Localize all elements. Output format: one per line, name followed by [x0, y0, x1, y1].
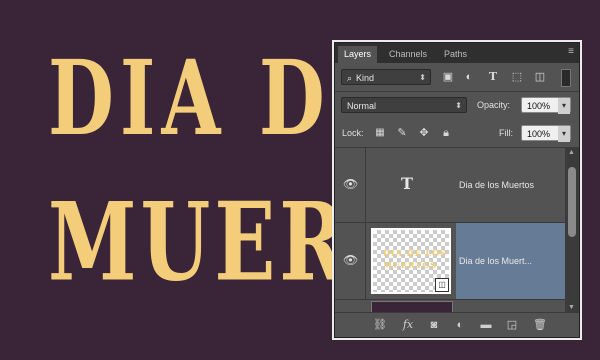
tab-paths[interactable]: Paths	[438, 46, 473, 63]
thumbnail-text-line-1: DIA DE LOS	[383, 248, 447, 258]
scroll-up-icon[interactable]: ▲	[568, 149, 575, 156]
chevron-down-icon[interactable]: ▾	[558, 126, 570, 142]
panel-footer: ⛓︎ fx ◙ ◐ ▬ ◲ 🗑︎	[335, 312, 579, 337]
filter-kind-value: Kind	[356, 73, 375, 83]
tab-channels[interactable]: Channels	[383, 46, 433, 63]
visibility-column: 👁︎	[335, 148, 366, 222]
panel-tabs: Layers Channels Paths ≡	[335, 43, 579, 63]
lock-all-icon[interactable]: 🔒︎	[439, 126, 453, 140]
smart-object-filter-icon[interactable]: ◫	[533, 70, 547, 84]
updown-icon: ⬍	[419, 73, 426, 82]
updown-icon: ⬍	[455, 101, 462, 110]
search-icon: ⌕	[347, 73, 353, 83]
lock-image-pixels-icon[interactable]: ✎	[395, 126, 409, 140]
blend-mode-select[interactable]: Normal ⬍	[341, 97, 467, 113]
image-filter-icon[interactable]: ▣	[441, 70, 455, 84]
text-layer-thumbnail-icon: T	[401, 174, 413, 193]
blend-row: Normal ⬍ Opacity: 100% ▾	[335, 95, 579, 117]
type-filter-icon[interactable]: T	[486, 70, 500, 84]
lock-label: Lock:	[342, 128, 364, 138]
group-folder-icon[interactable]: ▬	[479, 318, 493, 332]
scrollbar-thumb[interactable]	[568, 167, 576, 237]
filter-toggle-switch[interactable]	[561, 69, 571, 87]
layers-scrollbar[interactable]: ▲ ▼	[565, 147, 579, 313]
filter-row: ⌕ Kind ⬍ ▣ ◐ T ⬚ ◫	[335, 67, 579, 89]
eye-icon[interactable]: 👁︎	[343, 253, 358, 267]
eye-icon[interactable]: 👁︎	[343, 177, 358, 191]
opacity-field[interactable]: 100% ▾	[521, 97, 571, 114]
panel-menu-icon[interactable]: ≡	[568, 46, 574, 57]
fill-value: 100%	[527, 129, 551, 139]
link-layers-icon[interactable]: ⛓︎	[373, 318, 387, 332]
layers-panel: Layers Channels Paths ≡ ⌕ Kind ⬍ ▣ ◐ T ⬚ …	[334, 42, 580, 338]
canvas-text-line-2: MUER	[48, 178, 350, 305]
opacity-value: 100%	[527, 101, 551, 111]
layer-row-smart-object[interactable]: 👁︎ DIA DE LOS MUERTOS ◫ Dia de los Muert…	[335, 223, 565, 300]
fill-field[interactable]: 100% ▾	[521, 125, 571, 142]
opacity-label: Opacity:	[477, 100, 511, 110]
blend-mode-value: Normal	[347, 101, 377, 111]
adjustment-filter-icon[interactable]: ◐	[462, 70, 476, 84]
scroll-down-icon[interactable]: ▼	[568, 304, 575, 311]
filter-kind-select[interactable]: ⌕ Kind ⬍	[341, 69, 431, 85]
tab-layers[interactable]: Layers	[338, 46, 378, 63]
delete-icon[interactable]: 🗑︎	[533, 318, 547, 332]
adjustment-icon[interactable]: ◐	[453, 318, 467, 332]
layer-row-text[interactable]: 👁︎ T Dia de los Muertos	[335, 148, 565, 223]
fill-label: Fill:	[499, 128, 513, 138]
fx-icon[interactable]: fx	[401, 318, 415, 332]
mask-icon[interactable]: ◙	[427, 318, 441, 332]
layer-name[interactable]: Dia de los Muert...	[459, 256, 532, 266]
lock-position-icon[interactable]: ✥	[417, 126, 431, 140]
new-layer-icon[interactable]: ◲	[505, 318, 519, 332]
smart-object-badge-icon: ◫	[435, 278, 449, 292]
lock-transparent-pixels-icon[interactable]: ▦	[373, 126, 387, 140]
shape-filter-icon[interactable]: ⬚	[510, 70, 524, 84]
chevron-down-icon[interactable]: ▾	[558, 98, 570, 114]
lock-row: Lock: ▦ ✎ ✥ 🔒︎ Fill: 100% ▾	[335, 123, 579, 145]
layer-name[interactable]: Dia de los Muertos	[459, 180, 534, 190]
divider	[335, 91, 579, 92]
thumbnail-text-line-2: MUERTOS	[383, 260, 438, 270]
visibility-column: 👁︎	[335, 223, 366, 299]
layer-thumbnail: DIA DE LOS MUERTOS ◫	[371, 228, 451, 294]
